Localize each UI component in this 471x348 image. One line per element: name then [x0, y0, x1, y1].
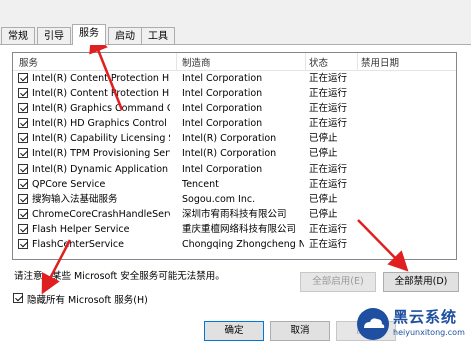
service-status: 正在运行 — [309, 73, 348, 84]
service-name: Intel(R) Graphics Command Cent... — [32, 103, 170, 115]
service-vendor: Tencent — [182, 178, 219, 190]
service-name: FlashCenterService — [32, 239, 124, 251]
table-row[interactable]: Intel(R) Capability Licensing Servi... In… — [13, 131, 456, 146]
table-row[interactable]: FlashCenterService Chongqing Zhongcheng N… — [13, 237, 456, 252]
tab-general[interactable]: 常规 — [1, 27, 35, 44]
service-status: 正在运行 — [309, 88, 348, 100]
service-checkbox[interactable] — [18, 103, 28, 114]
tab-services[interactable]: 服务 — [72, 24, 106, 45]
service-name: 搜狗输入法基础服务 — [32, 193, 118, 205]
service-vendor: 重庆重檀网络科技有限公司 — [182, 223, 297, 235]
service-status: 正在运行 — [309, 223, 348, 235]
service-checkbox[interactable] — [18, 73, 28, 83]
watermark-url: heiyunxitong.com — [393, 328, 465, 337]
service-status: 正在运行 — [309, 163, 348, 175]
enable-all-button[interactable]: 全部启用(E) — [300, 272, 376, 292]
service-vendor: Sogou.com Inc. — [182, 193, 256, 205]
service-vendor: Intel Corporation — [182, 73, 263, 84]
service-checkbox[interactable] — [18, 223, 28, 234]
service-status: 已停止 — [309, 193, 338, 205]
service-name: Intel(R) Capability Licensing Servi... — [32, 133, 170, 145]
header-status[interactable]: 状态 — [309, 55, 328, 69]
hide-ms-checkbox[interactable] — [13, 293, 23, 303]
service-name: ChromeCoreCrashHandleService — [32, 208, 170, 220]
service-checkbox[interactable] — [18, 133, 28, 144]
service-status: 已停止 — [309, 148, 338, 160]
service-name: Intel(R) TPM Provisioning Service — [32, 148, 170, 160]
table-row[interactable]: Intel(R) Content Protection HECI ... Inte… — [13, 71, 456, 86]
table-row[interactable]: Intel(R) TPM Provisioning Service Intel(R… — [13, 146, 456, 161]
service-name: Intel(R) Dynamic Application Loa... — [32, 163, 170, 175]
service-status: 正在运行 — [309, 118, 348, 130]
security-note: 请注意，某些 Microsoft 安全服务可能无法禁用。 — [14, 271, 225, 282]
service-vendor: 深圳市宥雨科技有限公司 — [182, 208, 287, 220]
watermark-logo: 黑云系统 heiyunxitong.com — [353, 304, 465, 344]
table-row[interactable]: Flash Helper Service 重庆重檀网络科技有限公司 正在运行 — [13, 222, 456, 237]
service-status: 正在运行 — [309, 103, 348, 115]
table-row[interactable]: Intel(R) HD Graphics Control Pan... Intel… — [13, 116, 456, 131]
table-row[interactable]: Intel(R) Graphics Command Cent... Intel C… — [13, 101, 456, 116]
service-name: Flash Helper Service — [32, 223, 130, 235]
service-checkbox[interactable] — [18, 208, 28, 219]
service-vendor: Chongqing Zhongcheng N... — [182, 239, 304, 251]
header-vendor[interactable]: 制造商 — [182, 55, 211, 69]
service-name: QPCore Service — [32, 178, 106, 190]
service-checkbox[interactable] — [18, 239, 28, 250]
table-row[interactable]: QPCore Service Tencent 正在运行 — [13, 177, 456, 192]
service-checkbox[interactable] — [18, 163, 28, 174]
service-vendor: Intel Corporation — [182, 103, 263, 115]
services-table: 服务 制造商 状态 禁用日期 Intel(R) Content Protecti… — [12, 52, 457, 260]
hide-ms-label: 隐藏所有 Microsoft 服务(H) — [27, 295, 148, 306]
service-vendor: Intel Corporation — [182, 118, 263, 130]
service-vendor: Intel(R) Corporation — [182, 133, 277, 145]
service-checkbox[interactable] — [18, 178, 28, 189]
service-checkbox[interactable] — [18, 118, 28, 129]
tab-strip: 常规 引导 服务 启动 工具 — [0, 0, 471, 45]
tab-tools[interactable]: 工具 — [141, 27, 175, 44]
service-name: Intel(R) Content Protection HECI ... — [32, 73, 170, 84]
cloud-logo-icon — [357, 308, 389, 340]
table-body: Intel(R) Content Protection HECI ... Inte… — [13, 71, 456, 252]
header-disabled-date[interactable]: 禁用日期 — [361, 55, 399, 69]
service-checkbox[interactable] — [18, 148, 28, 159]
service-vendor: Intel Corporation — [182, 88, 263, 100]
watermark-title: 黑云系统 — [393, 308, 458, 326]
service-checkbox[interactable] — [18, 88, 28, 99]
service-vendor: Intel Corporation — [182, 163, 263, 175]
table-row[interactable]: Intel(R) Dynamic Application Loa... Intel… — [13, 162, 456, 177]
tab-boot[interactable]: 引导 — [37, 27, 71, 44]
service-status: 正在运行 — [309, 239, 348, 251]
table-header: 服务 制造商 状态 禁用日期 — [13, 53, 456, 71]
table-row[interactable]: 搜狗输入法基础服务 Sogou.com Inc. 已停止 — [13, 192, 456, 207]
table-row[interactable]: ChromeCoreCrashHandleService 深圳市宥雨科技有限公司 已… — [13, 207, 456, 222]
service-status: 正在运行 — [309, 178, 348, 190]
service-status: 已停止 — [309, 133, 338, 145]
tab-startup[interactable]: 启动 — [108, 27, 142, 44]
disable-all-button[interactable]: 全部禁用(D) — [383, 272, 459, 292]
service-name: Intel(R) Content Protection HDCP... — [32, 88, 170, 100]
header-service[interactable]: 服务 — [19, 55, 38, 69]
table-row[interactable]: Intel(R) Content Protection HDCP... Intel… — [13, 86, 456, 101]
ok-button[interactable]: 确定 — [204, 321, 264, 341]
service-name: Intel(R) HD Graphics Control Pan... — [32, 118, 170, 130]
service-checkbox[interactable] — [18, 193, 28, 204]
service-status: 已停止 — [309, 208, 338, 220]
service-vendor: Intel(R) Corporation — [182, 148, 277, 160]
cancel-button[interactable]: 取消 — [270, 321, 330, 341]
